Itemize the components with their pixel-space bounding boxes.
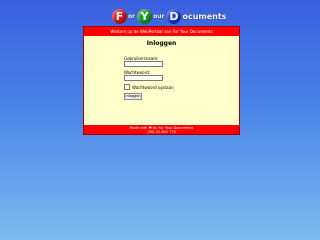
login-title: Inloggen	[146, 40, 177, 47]
password-input[interactable]	[124, 75, 163, 81]
username-input[interactable]	[124, 61, 163, 67]
remember-password-label: Wachtwoord opslaan	[132, 84, 174, 90]
username-label: Gebruikersnaam:	[124, 56, 159, 61]
password-label: Wachtwoord:	[124, 70, 151, 75]
footer-line-phone: (06) 45 864 776	[147, 130, 176, 134]
logo-letter-y: Y	[137, 8, 153, 24]
logo-word-our: our	[153, 12, 165, 20]
for-your-documents-logo: F or Y our D ocuments	[112, 7, 228, 25]
logo-word-ocuments: ocuments	[182, 11, 227, 21]
login-button[interactable]: Inloggen	[124, 93, 142, 100]
logo-letter-d: D	[166, 8, 182, 24]
logo-word-or: or	[128, 12, 136, 20]
remember-password-row[interactable]: Wachtwoord opslaan	[124, 84, 224, 90]
footer-bar: Made with ♥ by For Your Documents (06) 4…	[84, 125, 239, 134]
welcome-bar: Welkom op de WebPortaal van For Your Doc…	[84, 27, 239, 36]
login-panel: Welkom op de WebPortaal van For Your Doc…	[83, 26, 240, 135]
checkbox-empty-icon[interactable]	[124, 84, 130, 90]
logo-letter-f: F	[112, 8, 127, 24]
login-form: Gebruikersnaam: Wachtwoord: Wachtwoord o…	[124, 56, 224, 100]
